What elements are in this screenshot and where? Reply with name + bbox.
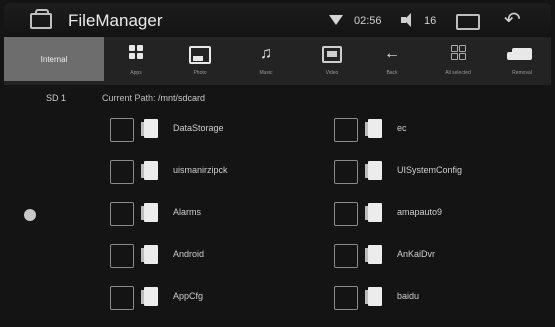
file-manager-screen: FileManager 02:56 16 ↶ Internal Apps Pho… <box>4 3 551 324</box>
music-label: Music <box>259 70 273 76</box>
file-name: baidu <box>397 291 420 301</box>
path-label: Current Path: <box>102 93 156 103</box>
clock-time: 02:56 <box>354 15 382 27</box>
volume-icon[interactable] <box>401 13 417 27</box>
status-bar: FileManager 02:56 16 ↶ <box>4 3 551 37</box>
back-label: Back <box>386 70 398 76</box>
checkbox[interactable] <box>334 118 358 142</box>
folder-icon <box>365 203 382 222</box>
checkbox[interactable] <box>110 118 134 142</box>
window-icon[interactable] <box>456 14 480 30</box>
folder-icon <box>141 245 158 264</box>
file-name: ec <box>397 123 407 133</box>
checkbox[interactable] <box>334 286 358 310</box>
photo-icon <box>174 45 226 68</box>
file-name: amapauto9 <box>397 207 443 217</box>
current-path: Current Path: /mnt/sdcard <box>102 93 205 103</box>
file-browser: SD 1 Current Path: /mnt/sdcard DataStora… <box>4 85 551 324</box>
apps-button[interactable]: Apps <box>110 37 162 85</box>
home-icon[interactable] <box>30 9 52 29</box>
checkbox[interactable] <box>110 160 134 184</box>
volume-level: 16 <box>424 15 437 27</box>
photo-button[interactable]: Photo <box>174 37 226 85</box>
file-name: Android <box>173 249 205 259</box>
truck-icon <box>496 45 548 63</box>
checkbox[interactable] <box>334 202 358 226</box>
path-value: /mnt/sdcard <box>158 93 206 103</box>
back-button[interactable]: ← Back <box>366 37 418 85</box>
list-item[interactable]: uismanirzipck <box>110 160 310 194</box>
app-title: FileManager <box>68 11 163 30</box>
video-label: Video <box>325 70 339 76</box>
folder-icon <box>141 119 158 138</box>
file-name: AnKaiDvr <box>397 249 436 259</box>
toolbar: Internal Apps Photo ♫ Music Video ← Back <box>4 37 551 85</box>
checkbox[interactable] <box>110 286 134 310</box>
checkbox[interactable] <box>334 160 358 184</box>
list-item[interactable]: UISystemConfig <box>334 160 534 194</box>
folder-icon <box>365 119 382 138</box>
file-name: uismanirzipck <box>173 165 228 175</box>
list-item[interactable]: baidu <box>334 286 534 320</box>
tab-internal[interactable]: Internal <box>4 37 104 81</box>
folder-icon <box>365 161 382 180</box>
wifi-icon <box>329 15 343 25</box>
removal-label: Removal <box>512 70 532 76</box>
music-button[interactable]: ♫ Music <box>240 37 292 85</box>
folder-icon <box>141 161 158 180</box>
scroll-knob[interactable] <box>24 209 36 221</box>
list-item[interactable]: Alarms <box>110 202 310 236</box>
list-item[interactable]: AnKaiDvr <box>334 244 534 278</box>
file-name: UISystemConfig <box>397 165 463 175</box>
music-note-icon: ♫ <box>260 45 272 62</box>
back-arrow-icon[interactable]: ↶ <box>504 10 528 30</box>
all-selected-label: All selected <box>445 70 471 76</box>
list-item[interactable]: AppCfg <box>110 286 310 320</box>
checkbox[interactable] <box>110 202 134 226</box>
apps-label: Apps <box>130 70 142 76</box>
grid-icon <box>110 45 162 64</box>
left-arrow-icon: ← <box>384 45 400 62</box>
file-name: Alarms <box>173 207 202 217</box>
checkbox[interactable] <box>110 244 134 268</box>
photo-label: Photo <box>193 70 207 76</box>
video-icon <box>306 45 358 67</box>
checkbox[interactable] <box>334 244 358 268</box>
list-item[interactable]: DataStorage <box>110 118 310 152</box>
folder-icon <box>365 245 382 264</box>
folder-icon <box>141 203 158 222</box>
removal-button[interactable]: Removal <box>496 37 548 85</box>
video-button[interactable]: Video <box>306 37 358 85</box>
file-name: AppCfg <box>173 291 204 301</box>
file-name: DataStorage <box>173 123 224 133</box>
folder-icon <box>141 287 158 306</box>
list-item[interactable]: amapauto9 <box>334 202 534 236</box>
sidebar-item-sd1[interactable]: SD 1 <box>46 93 66 103</box>
all-selected-button[interactable]: All selected <box>432 37 484 85</box>
list-item[interactable]: Android <box>110 244 310 278</box>
apps-outline-icon <box>432 45 484 65</box>
list-item[interactable]: ec <box>334 118 534 152</box>
folder-icon <box>365 287 382 306</box>
